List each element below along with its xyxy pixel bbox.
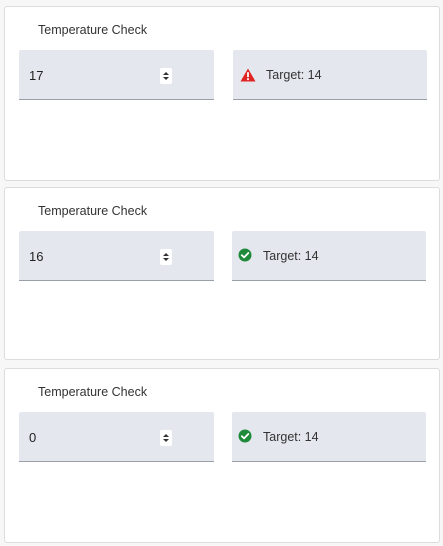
temperature-stepper[interactable]: 0 — [19, 412, 214, 462]
stepper-value[interactable]: 0 — [29, 430, 36, 445]
target-label: Target: 14 — [266, 68, 322, 82]
card-title: Temperature Check — [38, 204, 148, 218]
temperature-check-list: Temperature Check 17 Target: 14 Temperat… — [0, 0, 443, 546]
spin-buttons-icon[interactable] — [160, 430, 172, 446]
temperature-card: Temperature Check 17 Target: 14 — [4, 6, 440, 181]
card-title: Temperature Check — [38, 385, 148, 399]
warning-triangle-icon — [240, 68, 256, 82]
temperature-card: Temperature Check 0 Target: 14 — [4, 368, 440, 543]
check-circle-icon — [238, 248, 254, 262]
card-title: Temperature Check — [38, 23, 148, 37]
target-status: Target: 14 — [232, 412, 426, 462]
spin-buttons-icon[interactable] — [160, 249, 172, 265]
stepper-value[interactable]: 16 — [29, 249, 43, 264]
check-circle-icon — [238, 429, 254, 443]
target-status: Target: 14 — [232, 231, 426, 281]
target-label: Target: 14 — [263, 430, 319, 444]
temperature-stepper[interactable]: 17 — [19, 50, 214, 100]
target-label: Target: 14 — [263, 249, 319, 263]
stepper-value[interactable]: 17 — [29, 68, 43, 83]
spin-buttons-icon[interactable] — [160, 68, 172, 84]
temperature-card: Temperature Check 16 Target: 14 — [4, 187, 440, 360]
target-status: Target: 14 — [233, 50, 427, 100]
temperature-stepper[interactable]: 16 — [19, 231, 214, 281]
